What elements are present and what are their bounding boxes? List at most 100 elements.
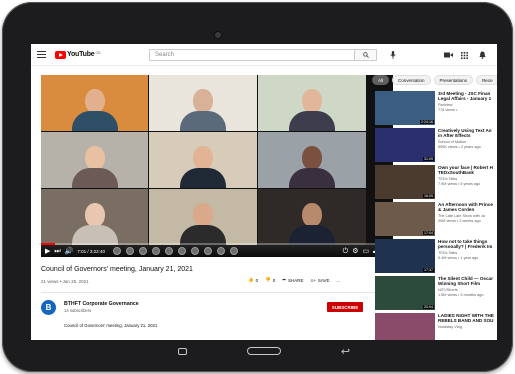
- recommendation-channel[interactable]: School of Motion: [438, 140, 466, 144]
- participant-tile: [41, 189, 148, 245]
- recommendation-thumbnail[interactable]: 2:24:16: [375, 91, 435, 125]
- toolbar-dot: [190, 247, 199, 255]
- bell-icon[interactable]: [477, 50, 487, 60]
- duration-badge: 20:04: [423, 305, 434, 309]
- mic-icon[interactable]: [388, 50, 398, 60]
- recommendation-item[interactable]: 16:09 Own your face | Robert H TEDxSouthB…: [375, 165, 497, 199]
- participant-figure: [71, 89, 118, 131]
- recommendation-title[interactable]: Creatively Using Text An in After Effect…: [438, 128, 497, 139]
- like-button[interactable]: 👍 0: [248, 277, 258, 283]
- toolbar-dot: [125, 247, 134, 255]
- chip-presentations[interactable]: Presentations: [433, 75, 474, 85]
- miniplayer-icon[interactable]: ▭: [362, 248, 369, 255]
- share-button[interactable]: ➦ SHARE: [282, 277, 303, 283]
- subscribe-button[interactable]: SUBSCRIBE: [327, 302, 363, 312]
- participant-tile: [258, 189, 366, 245]
- android-nav-bar: ↩: [31, 340, 497, 362]
- recommendation-thumbnail[interactable]: 16:09: [375, 165, 435, 199]
- duration-badge: 16:09: [423, 194, 434, 198]
- duration-badge: 31:09: [423, 157, 434, 161]
- video-actions: 👍 0 👎 0 ➦ SHARE ≡+ SAVE ...: [248, 277, 340, 283]
- recommendation-item[interactable]: 17:04 An Afternoon with Prince & James Co…: [375, 202, 497, 236]
- filter-chips: All Conversation Presentations Rece: [372, 75, 497, 85]
- more-actions-button[interactable]: ...: [336, 278, 340, 283]
- recommendation-views: 595K views • 2 years ago: [438, 145, 481, 149]
- participant-tile: [258, 75, 366, 131]
- recommendation-thumbnail[interactable]: 17:04: [375, 202, 435, 236]
- apps-grid-icon[interactable]: [459, 50, 469, 60]
- recommendation-channel[interactable]: The Late Late Show with Ja: [438, 214, 485, 218]
- search-button[interactable]: [354, 50, 376, 60]
- home-button-icon[interactable]: [246, 347, 281, 355]
- chip-all[interactable]: All: [372, 75, 390, 85]
- participant-tile: [258, 132, 366, 188]
- recommendation-channel[interactable]: TEDx Talks: [438, 177, 457, 181]
- search-box[interactable]: Search: [149, 49, 377, 61]
- participant-figure: [289, 203, 335, 245]
- thumbs-up-icon: 👍: [248, 277, 254, 282]
- participant-tile: [41, 132, 148, 188]
- recommendation-thumbnail[interactable]: 31:09: [375, 128, 435, 162]
- participant-head: [84, 203, 105, 227]
- next-icon[interactable]: ⏭: [54, 248, 60, 255]
- recommendation-title[interactable]: An Afternoon with Prince & James Corden: [438, 202, 497, 213]
- participant-head: [84, 146, 105, 170]
- chip-recent[interactable]: Rece: [476, 75, 497, 85]
- play-icon[interactable]: ▶: [45, 248, 50, 255]
- participant-body: [289, 168, 335, 188]
- recommendation-title[interactable]: LADIES NIGHT WITH THE REBELS BAND AND SO…: [438, 313, 497, 324]
- recommendation-thumbnail[interactable]: 20:04: [375, 276, 435, 310]
- recommendation-channel[interactable]: TEDx Talks: [438, 251, 457, 255]
- participant-head: [193, 89, 213, 113]
- duration-badge: 2:24:16: [420, 120, 434, 124]
- participant-body: [289, 225, 335, 245]
- video-camera-icon[interactable]: [443, 50, 453, 60]
- recommendation-title[interactable]: Own your face | Robert H TEDxSouthBank: [438, 165, 497, 176]
- recommendation-item[interactable]: 17:37 How not to take things personally? …: [375, 239, 497, 273]
- channel-avatar[interactable]: B: [41, 300, 56, 315]
- more-label: ...: [336, 277, 341, 283]
- participant-body: [180, 168, 226, 188]
- recommendation-thumbnail[interactable]: [375, 313, 435, 340]
- autoplay-toggle-icon[interactable]: ⏻: [343, 248, 349, 255]
- recommendation-item[interactable]: 31:09 Creatively Using Text An in After E…: [375, 128, 497, 162]
- settings-gear-icon[interactable]: ⚙: [352, 248, 358, 255]
- recommendation-item[interactable]: 2:24:16 3rd Meeting - JSC Finan Legal Aff…: [375, 91, 497, 125]
- recommendation-views: 7.9M views • 5 years ago: [438, 182, 481, 186]
- chip-conversation[interactable]: Conversation: [392, 75, 431, 85]
- volume-icon[interactable]: 🔊: [65, 248, 74, 255]
- share-label: SHARE: [288, 277, 304, 283]
- channel-name[interactable]: BTHFT Corporate Governance: [64, 301, 139, 307]
- video-player[interactable]: ▶ ⏭ 🔊 7:01 / 3:22:40 ⏻ ⚙ ▭ ▬ ⛶: [41, 75, 393, 257]
- save-label: SAVE: [317, 277, 330, 283]
- save-button[interactable]: ≡+ SAVE: [311, 278, 330, 283]
- logo-country-code: GB: [95, 50, 101, 55]
- recommendation-item[interactable]: 20:04 The Silent Child — Oscar Winning Sh…: [375, 276, 497, 310]
- recommendation-title[interactable]: The Silent Child — Oscar Winning Short F…: [438, 276, 497, 287]
- youtube-logo[interactable]: YouTube GB: [55, 50, 101, 59]
- dislike-button[interactable]: 👎 0: [265, 277, 275, 283]
- recommendation-item[interactable]: LADIES NIGHT WITH THE REBELS BAND AND SO…: [375, 313, 497, 340]
- recent-apps-icon[interactable]: [177, 347, 187, 355]
- playlist-add-icon: ≡+: [310, 277, 316, 283]
- recommendation-title[interactable]: 3rd Meeting - JSC Finan Legal Affairs - …: [438, 91, 497, 102]
- recommendation-thumbnail[interactable]: 17:37: [375, 239, 435, 273]
- recommendation-channel[interactable]: Parlview: [438, 103, 452, 107]
- toolbar-dot: [151, 247, 160, 255]
- hamburger-icon[interactable]: [37, 51, 46, 58]
- recommendation-title[interactable]: How not to take things personally? | Fre…: [438, 239, 497, 250]
- search-input[interactable]: Search: [150, 52, 354, 58]
- duration-badge: 17:04: [423, 231, 434, 235]
- participant-head: [302, 203, 322, 227]
- time-display: 7:01 / 3:22:40: [77, 248, 105, 254]
- recommendation-channel[interactable]: NITVShorts: [438, 288, 458, 292]
- participant-figure: [289, 89, 335, 131]
- back-icon[interactable]: ↩: [341, 345, 350, 358]
- video-meta: 21 views • Jan 25, 2021: [41, 279, 89, 284]
- participant-tile: [149, 132, 257, 188]
- share-arrow-icon: ➦: [282, 277, 287, 282]
- front-camera: [215, 32, 221, 38]
- toolbar-dot: [216, 247, 225, 255]
- participant-head: [84, 89, 105, 113]
- recommendation-channel[interactable]: Nordstay Vlog: [438, 325, 462, 329]
